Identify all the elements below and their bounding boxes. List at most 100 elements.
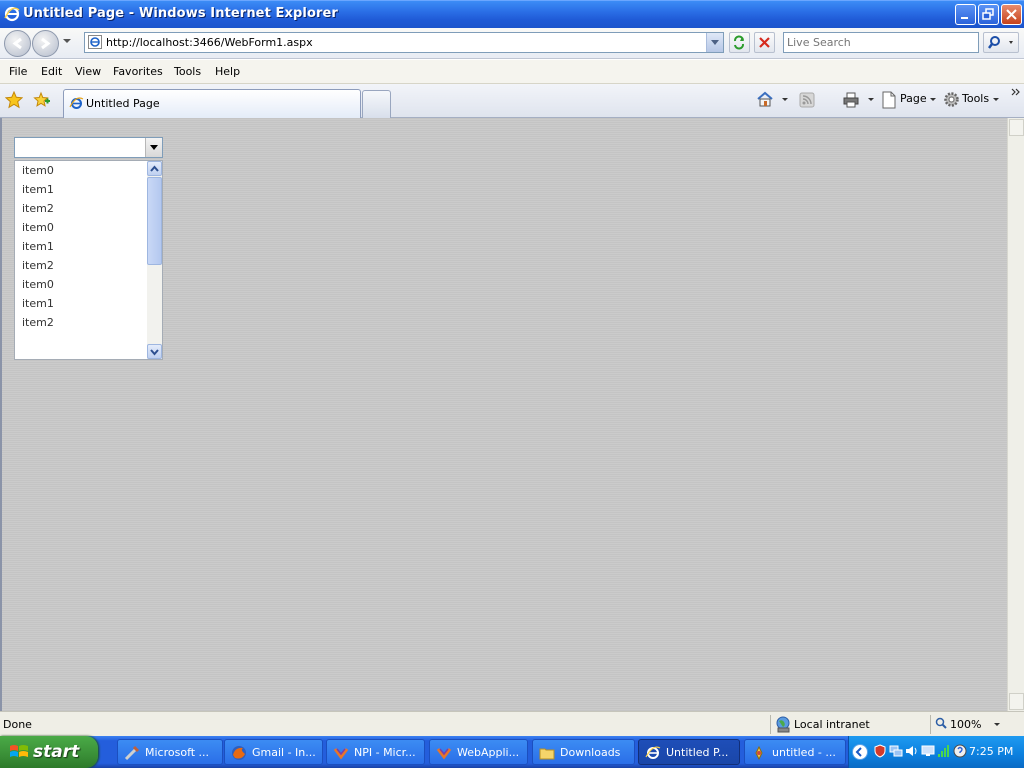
status-divider	[770, 715, 771, 734]
signal-strength-icon[interactable]	[937, 744, 951, 758]
list-scroll-thumb[interactable]	[147, 177, 162, 265]
paint-icon	[755, 745, 763, 761]
list-item[interactable]: item2	[15, 256, 162, 275]
firefox-icon	[232, 746, 246, 760]
taskbar-item-untitled-paint[interactable]: untitled - ...	[744, 739, 846, 765]
forward-button[interactable]	[32, 30, 59, 57]
task-label: Microsoft ...	[145, 746, 210, 759]
list-item[interactable]: item0	[15, 218, 162, 237]
menu-edit[interactable]: Edit	[41, 65, 62, 78]
window-title: Untitled Page - Windows Internet Explore…	[23, 6, 338, 21]
monitor-tray-icon[interactable]	[921, 744, 935, 758]
taskbar-item-downloads[interactable]: Downloads	[532, 739, 635, 765]
list-item[interactable]: item2	[15, 199, 162, 218]
page-scroll-down-button[interactable]	[1009, 693, 1024, 710]
menu-view[interactable]: View	[75, 65, 101, 78]
taskbar-item-microsoft[interactable]: Microsoft ...	[117, 739, 223, 765]
dropdown-options-list[interactable]: item0 item1 item2 item0 item1 item2 item…	[14, 160, 163, 360]
menu-file[interactable]: File	[9, 65, 27, 78]
search-icon	[988, 36, 1013, 49]
home-dropdown-chevron-icon[interactable]	[782, 98, 788, 101]
gear-icon	[944, 92, 959, 107]
search-button[interactable]	[983, 32, 1019, 53]
live-search-field[interactable]	[783, 32, 979, 53]
address-field[interactable]: http://localhost:3466/WebForm1.aspx	[84, 32, 724, 53]
home-icon[interactable]	[756, 90, 774, 108]
list-item[interactable]: item2	[15, 313, 162, 332]
menu-help[interactable]: Help	[215, 65, 240, 78]
print-dropdown-chevron-icon[interactable]	[868, 98, 874, 101]
favorites-star-icon[interactable]	[5, 91, 23, 109]
start-button[interactable]: start	[0, 736, 98, 768]
intranet-globe-icon	[776, 716, 790, 733]
start-label: start	[33, 742, 80, 762]
page-scrollbar[interactable]	[1007, 118, 1024, 711]
minimize-icon	[961, 17, 968, 19]
status-bar: Done Local intranet 100%	[0, 711, 1024, 736]
list-scroll-down-button[interactable]	[147, 344, 162, 359]
system-tray: 7:25 PM	[848, 736, 1024, 768]
tab-untitled-page[interactable]: Untitled Page	[63, 89, 361, 118]
zoom-level[interactable]: 100%	[950, 718, 981, 731]
more-chevron-icon[interactable]	[1010, 87, 1022, 97]
tools-menu-label[interactable]: Tools	[962, 92, 989, 105]
zoom-dropdown-chevron-icon[interactable]	[994, 723, 1000, 726]
taskbar-item-untitled-page[interactable]: Untitled P...	[638, 739, 740, 765]
taskbar-item-webapplication[interactable]: WebAppli...	[429, 739, 528, 765]
stop-icon	[759, 37, 770, 48]
volume-icon[interactable]	[905, 744, 919, 758]
page-icon	[882, 91, 896, 109]
list-item[interactable]: item0	[15, 275, 162, 294]
dropdown-arrow-button[interactable]	[145, 138, 162, 157]
security-shield-icon[interactable]	[873, 744, 887, 758]
restore-button[interactable]	[978, 4, 999, 25]
clock[interactable]: 7:25 PM	[969, 745, 1013, 758]
restore-icon	[982, 8, 994, 20]
address-dropdown-button[interactable]	[706, 33, 723, 52]
list-scroll-up-button[interactable]	[147, 161, 162, 176]
forward-arrow-icon	[41, 37, 51, 50]
title-bar[interactable]: Untitled Page - Windows Internet Explore…	[0, 0, 1024, 28]
back-arrow-icon	[12, 37, 22, 50]
tab-label: Untitled Page	[86, 97, 160, 110]
help-tray-icon[interactable]	[953, 744, 967, 758]
ie-page-icon	[88, 35, 102, 49]
dropdown-list[interactable]	[14, 137, 163, 158]
minimize-button[interactable]	[955, 4, 976, 25]
page-dropdown-chevron-icon[interactable]	[930, 98, 936, 101]
taskbar-item-gmail[interactable]: Gmail - In...	[224, 739, 323, 765]
add-favorite-icon[interactable]	[32, 91, 50, 109]
search-input[interactable]	[784, 33, 978, 52]
page-scroll-up-button[interactable]	[1009, 119, 1024, 136]
chevron-left-icon	[855, 747, 862, 757]
list-item[interactable]: item1	[15, 180, 162, 199]
new-tab-button[interactable]	[362, 90, 391, 118]
taskbar-item-npi[interactable]: NPI - Micr...	[326, 739, 425, 765]
ie-logo-icon	[4, 6, 20, 22]
list-item[interactable]: item1	[15, 294, 162, 313]
visual-studio-icon	[436, 748, 452, 760]
show-hidden-icons-button[interactable]	[852, 744, 868, 760]
stop-button[interactable]	[754, 32, 775, 53]
task-label: Gmail - In...	[252, 746, 316, 759]
status-divider	[930, 715, 931, 734]
close-button[interactable]	[1001, 4, 1022, 25]
back-button[interactable]	[4, 30, 31, 57]
feeds-icon[interactable]	[799, 92, 815, 108]
recent-pages-chevron-icon[interactable]	[63, 39, 71, 43]
menu-tools[interactable]: Tools	[174, 65, 201, 78]
page-content: item0 item1 item2 item0 item1 item2 item…	[0, 118, 1024, 711]
security-zone[interactable]: Local intranet	[794, 718, 870, 731]
print-icon[interactable]	[842, 91, 860, 109]
network-tray-icon[interactable]	[889, 744, 903, 758]
list-item[interactable]: item0	[15, 161, 162, 180]
task-label: Untitled P...	[666, 746, 729, 759]
list-scrollbar[interactable]	[147, 161, 162, 359]
tools-dropdown-chevron-icon[interactable]	[993, 98, 999, 101]
list-item[interactable]: item1	[15, 237, 162, 256]
page-menu-label[interactable]: Page	[900, 92, 927, 105]
task-label: NPI - Micr...	[354, 746, 416, 759]
refresh-button[interactable]	[729, 32, 750, 53]
menu-favorites[interactable]: Favorites	[113, 65, 163, 78]
refresh-icon	[734, 35, 744, 50]
